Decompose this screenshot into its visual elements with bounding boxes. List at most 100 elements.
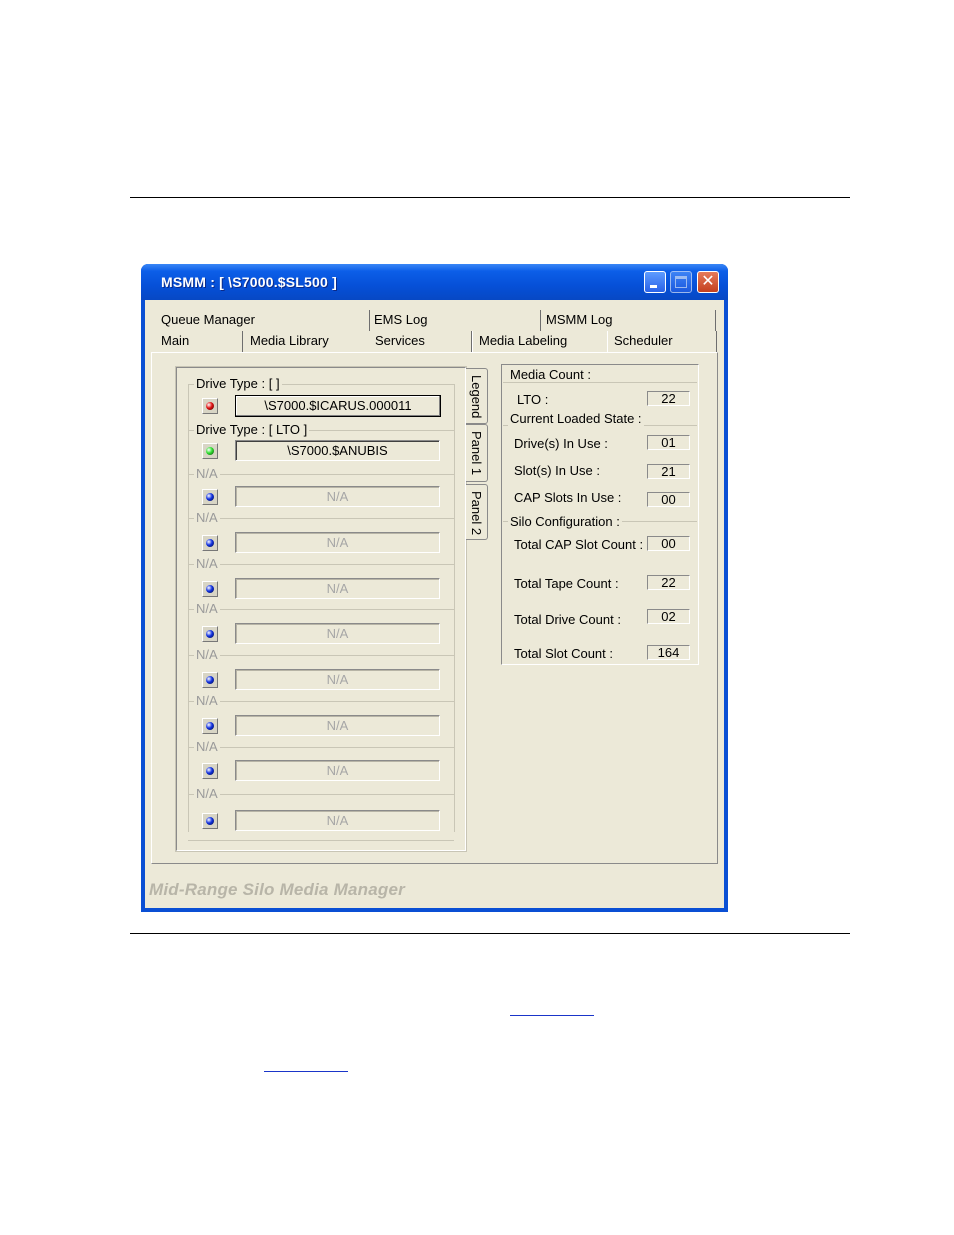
drive-group-label: N/A [194,786,220,801]
drive-group-line [188,655,454,656]
side-tab-label: Panel 1 [469,431,484,476]
window-title: MSMM : [ \S7000.$SL500 ] [161,274,337,290]
lto-value: 22 [647,391,690,406]
led-green-icon [206,447,214,455]
tab-queue-manager[interactable]: Queue Manager [155,310,370,331]
tab-label: MSMM Log [546,312,613,327]
drive-status-led-blue [202,763,218,779]
drive-group-side [454,794,455,832]
tab-services[interactable]: Services [364,331,472,352]
drive-name-field[interactable]: N/A [235,715,440,736]
drive-name-field[interactable]: \S7000.$ICARUS.000011 [235,395,441,417]
drive-status-led-blue [202,813,218,829]
drive-group-side [454,564,455,609]
drive-name-field[interactable]: \S7000.$ANUBIS [235,440,440,461]
total-tape-value: 22 [647,575,690,590]
group-line [503,382,697,383]
drive-group-side [188,794,189,832]
total-slot-label: Total Slot Count : [514,646,613,661]
tab-ems-log[interactable]: EMS Log [368,310,541,331]
tab-media-labeling[interactable]: Media Labeling [472,331,608,352]
tab-label: Media Labeling [479,333,568,348]
side-tab-panel-2[interactable]: Panel 2 [466,484,488,540]
drive-group-label: N/A [194,601,220,616]
drive-status-led-green [202,443,218,459]
bottom-rule [130,933,850,934]
drive-group-side [188,564,189,609]
drives-in-use-value: 01 [647,435,690,450]
led-blue-icon [206,767,214,775]
media-count-title: Media Count : [508,367,593,382]
slots-in-use-label: Slot(s) In Use : [514,463,600,478]
drive-group-line [188,474,454,475]
drive-group-side [188,518,189,564]
tab-main[interactable]: Main [155,331,243,352]
drive-status-led-blue [202,535,218,551]
led-blue-icon [206,722,214,730]
drive-status-led-red [202,398,218,414]
drive-group-side [188,655,189,701]
side-tab-label: Legend [469,375,484,419]
silo-config-title: Silo Configuration : [508,514,622,529]
total-cap-slot-value: 00 [647,536,690,551]
side-tab-panel-1[interactable]: Panel 1 [466,424,488,482]
close-icon: ✕ [701,273,715,290]
close-button[interactable]: ✕ [697,271,719,293]
tab-scheduler[interactable]: Scheduler [607,331,717,352]
side-tab-legend[interactable]: Legend [466,368,488,424]
link-underline[interactable] [510,1015,594,1016]
side-tab-label: Panel 2 [469,491,484,536]
drive-group-label: N/A [194,693,220,708]
cap-slots-in-use-value: 00 [647,492,690,507]
drive-group-line [188,564,454,565]
led-blue-icon [206,585,214,593]
drive-group-side [454,747,455,794]
drive-group-line [188,701,454,702]
link-underline[interactable] [264,1071,348,1072]
title-bar[interactable]: MSMM : [ \S7000.$SL500 ] ✕ [141,264,728,300]
tab-label: Queue Manager [161,312,255,327]
loaded-state-title: Current Loaded State : [508,411,644,426]
top-rule [130,197,850,198]
total-cap-slot-label: Total CAP Slot Count : [514,537,644,552]
drive-name-field[interactable]: N/A [235,623,440,644]
drive-name-field[interactable]: N/A [235,532,440,553]
tab-msmm-log[interactable]: MSMM Log [540,310,716,331]
drive-name-field[interactable]: N/A [235,669,440,690]
led-red-icon [206,402,214,410]
slots-in-use-value: 21 [647,464,690,479]
drives-in-use-label: Drive(s) In Use : [514,436,608,451]
drive-group-label: N/A [194,466,220,481]
drive-group-side [188,747,189,794]
drive-group-side [454,609,455,655]
drive-group-label: Drive Type : [ ] [194,376,282,391]
drive-group-label: N/A [194,739,220,754]
led-blue-icon [206,630,214,638]
drive-name-field[interactable]: N/A [235,486,440,507]
drive-status-led-blue [202,718,218,734]
drive-group-side [454,701,455,747]
led-blue-icon [206,539,214,547]
minimize-button[interactable] [644,271,666,293]
total-slot-value: 164 [647,645,690,660]
drive-group-line [188,794,454,795]
tab-label: Scheduler [614,333,673,348]
drive-group-label: N/A [194,510,220,525]
maximize-button[interactable] [670,271,692,293]
drive-status-led-blue [202,581,218,597]
drive-group-label: N/A [194,647,220,662]
cap-slots-in-use-label: CAP Slots In Use : [514,490,622,505]
drive-group-label: Drive Type : [ LTO ] [194,422,310,437]
drive-group-line [188,518,454,519]
drive-name-field[interactable]: N/A [235,760,440,781]
drive-name-field[interactable]: N/A [235,578,440,599]
drive-group-side [454,430,455,474]
drive-status-led-blue [202,672,218,688]
tab-label: Media Library [250,333,329,348]
drive-group-side [454,384,455,430]
tab-media-library[interactable]: Media Library [244,331,364,352]
drive-status-led-blue [202,626,218,642]
led-blue-icon [206,676,214,684]
drive-name-field[interactable]: N/A [235,810,440,831]
app-footer-title: Mid-Range Silo Media Manager [149,880,405,899]
